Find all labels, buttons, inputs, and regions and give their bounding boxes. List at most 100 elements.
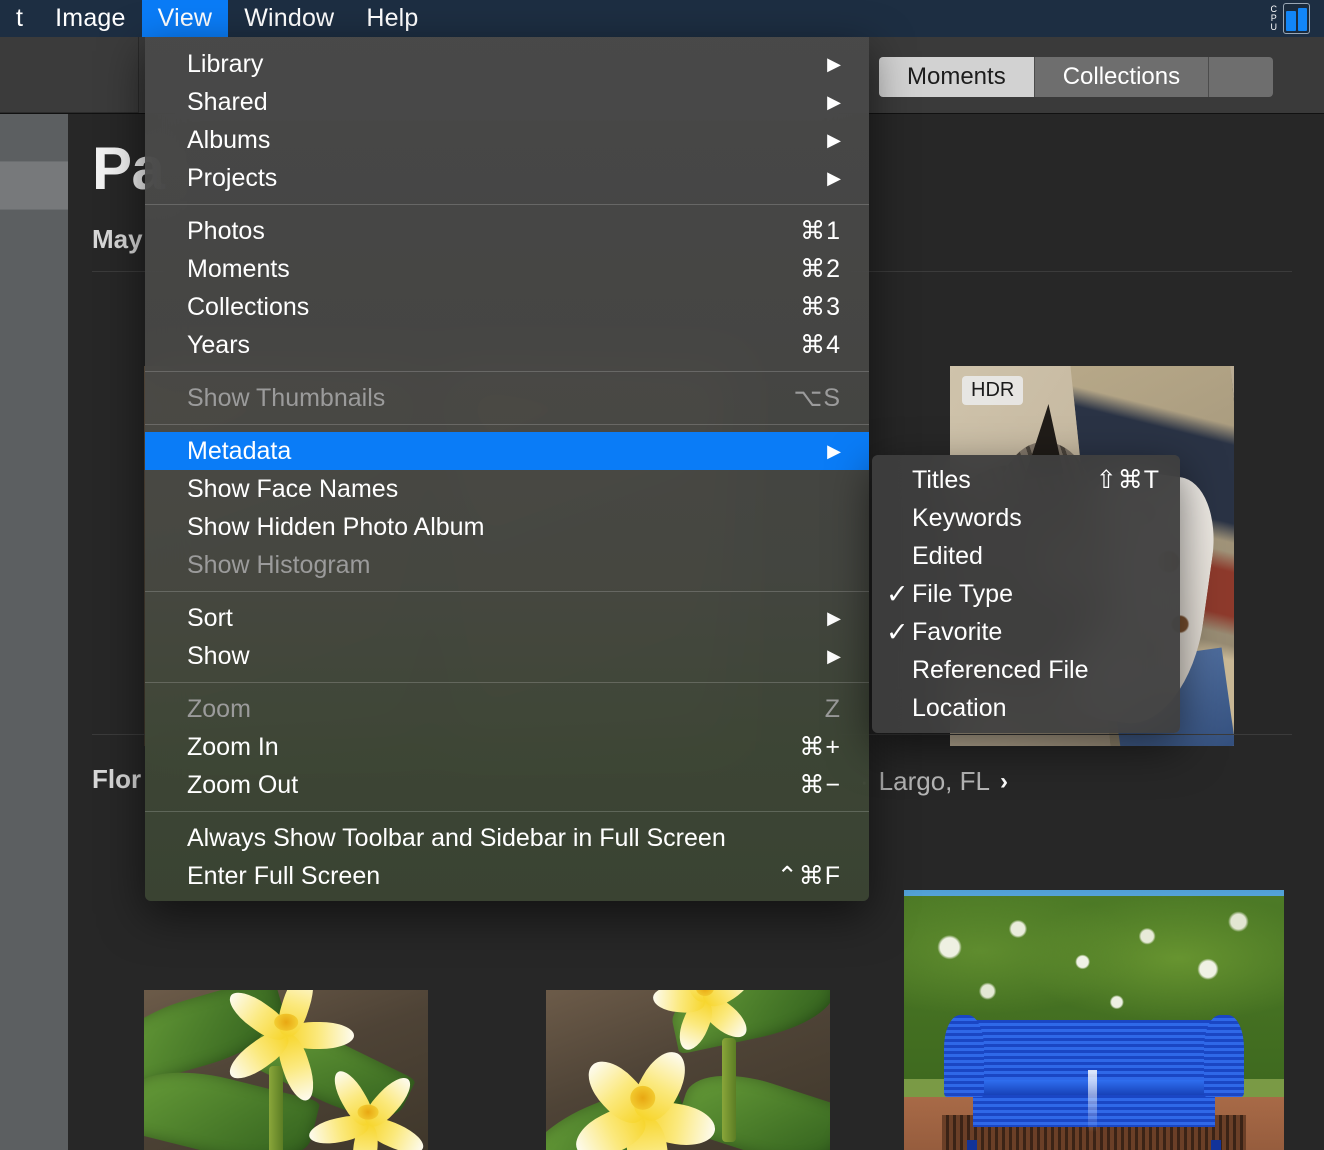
- sidebar-row-selected[interactable]: [0, 162, 68, 209]
- menu-item-label: Moments: [187, 254, 290, 283]
- chevron-right-icon[interactable]: ›: [1000, 768, 1008, 796]
- menu-separator: [145, 591, 869, 592]
- menu-item-label: Show Face Names: [187, 474, 399, 503]
- menu-item-label: Show Histogram: [187, 550, 371, 579]
- menubar-item-help[interactable]: Help: [350, 0, 434, 37]
- submenu-item-label: Edited: [912, 541, 983, 570]
- section-location[interactable]: · Largo, FL ›: [860, 766, 1008, 797]
- menu-item-zoom: Zoom Z: [145, 690, 869, 728]
- flower-shape: [648, 990, 762, 1055]
- app-sidebar[interactable]: [0, 114, 68, 1150]
- menu-item-label: Zoom Out: [187, 770, 299, 799]
- menu-separator: [145, 204, 869, 205]
- submenu-item-file-type[interactable]: ✓ File Type: [872, 575, 1180, 613]
- menu-item-show-histogram: Show Histogram: [145, 546, 869, 584]
- submenu-item-location[interactable]: Location: [872, 689, 1180, 727]
- menu-item-photos[interactable]: Photos ⌘1: [145, 212, 869, 250]
- menu-item-projects[interactable]: Projects ▶: [145, 159, 869, 197]
- submenu-arrow-icon: ▶: [827, 608, 841, 628]
- menu-item-always-show-toolbar-and-sidebar-in-full-screen[interactable]: Always Show Toolbar and Sidebar in Full …: [145, 819, 869, 857]
- menu-item-label: Photos: [187, 216, 265, 245]
- menu-separator: [145, 371, 869, 372]
- submenu-item-shortcut: ⇧⌘T: [1095, 466, 1160, 494]
- menu-item-show-thumbnails: Show Thumbnails ⌥S: [145, 379, 869, 417]
- segment-collections[interactable]: Collections: [1034, 57, 1210, 97]
- menu-item-shortcut: ⌘−: [799, 771, 841, 799]
- menu-item-show-face-names[interactable]: Show Face Names: [145, 470, 869, 508]
- section-title: Flor: [92, 764, 142, 794]
- menu-item-shortcut: ⌘4: [800, 331, 841, 359]
- screen: Moments Collections Pa May HDR Flor Larg…: [0, 0, 1324, 1150]
- menu-item-metadata[interactable]: Metadata ▶: [145, 432, 869, 470]
- menu-item-shared[interactable]: Shared ▶: [145, 83, 869, 121]
- menu-item-library[interactable]: Library ▶: [145, 45, 869, 83]
- menu-item-label: Enter Full Screen: [187, 861, 381, 890]
- menu-item-label: Show: [187, 641, 250, 670]
- menu-item-label: Collections: [187, 292, 310, 321]
- photo-thumbnail-bench[interactable]: [904, 890, 1284, 1150]
- menu-separator: [145, 424, 869, 425]
- menu-item-zoom-in[interactable]: Zoom In ⌘+: [145, 728, 869, 766]
- submenu-item-titles[interactable]: Titles ⇧⌘T: [872, 461, 1180, 499]
- menu-item-label: Shared: [187, 87, 268, 116]
- menu-item-enter-full-screen[interactable]: Enter Full Screen ⌃⌘F: [145, 857, 869, 895]
- menubar-item-window[interactable]: Window: [228, 0, 350, 37]
- hdr-badge: HDR: [962, 376, 1024, 405]
- menu-item-shortcut: ⌘2: [800, 255, 841, 283]
- menu-item-shortcut: ⌘1: [800, 217, 841, 245]
- menu-item-moments[interactable]: Moments ⌘2: [145, 250, 869, 288]
- photo-thumbnail-plumeria-1[interactable]: [144, 990, 428, 1150]
- cpu-status-item[interactable]: CPU: [1271, 0, 1324, 37]
- photo-image: [546, 990, 830, 1150]
- menu-item-label: Always Show Toolbar and Sidebar in Full …: [187, 823, 726, 852]
- menu-item-show[interactable]: Show ▶: [145, 637, 869, 675]
- menu-item-show-hidden-photo-album[interactable]: Show Hidden Photo Album: [145, 508, 869, 546]
- cpu-meter-icon: [1283, 3, 1310, 34]
- submenu-arrow-icon: ▶: [827, 646, 841, 666]
- checkmark-icon: ✓: [886, 578, 909, 609]
- flower-shape: [303, 1065, 428, 1150]
- menu-item-sort[interactable]: Sort ▶: [145, 599, 869, 637]
- photo-image: [904, 890, 1284, 1150]
- stem-shape: [722, 1038, 737, 1142]
- metadata-submenu[interactable]: Titles ⇧⌘T Keywords Edited ✓ File Type ✓ Favori…: [872, 455, 1180, 733]
- menu-item-label: Years: [187, 330, 251, 359]
- menu-item-label: Sort: [187, 603, 233, 632]
- stem-shape: [268, 1066, 284, 1150]
- submenu-item-favorite[interactable]: ✓ Favorite: [872, 613, 1180, 651]
- submenu-item-edited[interactable]: Edited: [872, 537, 1180, 575]
- submenu-item-label: Favorite: [912, 617, 1003, 646]
- submenu-arrow-icon: ▶: [827, 441, 841, 461]
- menu-item-shortcut: ⌘+: [799, 733, 841, 761]
- menu-item-shortcut: ⌘3: [800, 293, 841, 321]
- menu-item-collections[interactable]: Collections ⌘3: [145, 288, 869, 326]
- menu-item-shortcut: Z: [824, 694, 841, 723]
- submenu-item-referenced-file[interactable]: Referenced File: [872, 651, 1180, 689]
- submenu-arrow-icon: ▶: [827, 168, 841, 188]
- view-menu-dropdown[interactable]: Library ▶ Shared ▶ Albums ▶ Projects ▶ Photos ⌘1 M…: [145, 37, 869, 901]
- photo-thumbnail-plumeria-2[interactable]: [546, 990, 830, 1150]
- menubar-item-truncated[interactable]: t: [0, 0, 39, 37]
- menubar-item-view[interactable]: View: [141, 0, 229, 37]
- sidebar-row[interactable]: [0, 114, 68, 161]
- submenu-item-label: File Type: [912, 579, 1013, 608]
- bench-shape: [943, 1015, 1245, 1150]
- menu-item-label: Zoom: [187, 694, 251, 723]
- menu-item-albums[interactable]: Albums ▶: [145, 121, 869, 159]
- macos-menu-bar[interactable]: t Image View Window Help CPU: [0, 0, 1324, 37]
- submenu-item-keywords[interactable]: Keywords: [872, 499, 1180, 537]
- menubar-item-image[interactable]: Image: [39, 0, 141, 37]
- menu-item-shortcut: ⌥S: [793, 384, 841, 412]
- submenu-item-label: Keywords: [912, 503, 1022, 532]
- flower-shape: [212, 990, 360, 1105]
- menu-item-zoom-out[interactable]: Zoom Out ⌘−: [145, 766, 869, 804]
- view-mode-segmented-control[interactable]: Moments Collections: [879, 57, 1274, 97]
- segment-overflow[interactable]: [1209, 57, 1274, 97]
- segment-moments[interactable]: Moments: [879, 57, 1035, 97]
- cpu-label: CPU: [1270, 4, 1278, 32]
- menu-item-label: Metadata: [187, 436, 292, 465]
- menu-item-shortcut: ⌃⌘F: [776, 862, 841, 890]
- checkmark-icon: ✓: [886, 616, 909, 647]
- submenu-arrow-icon: ▶: [827, 130, 841, 150]
- menu-item-years[interactable]: Years ⌘4: [145, 326, 869, 364]
